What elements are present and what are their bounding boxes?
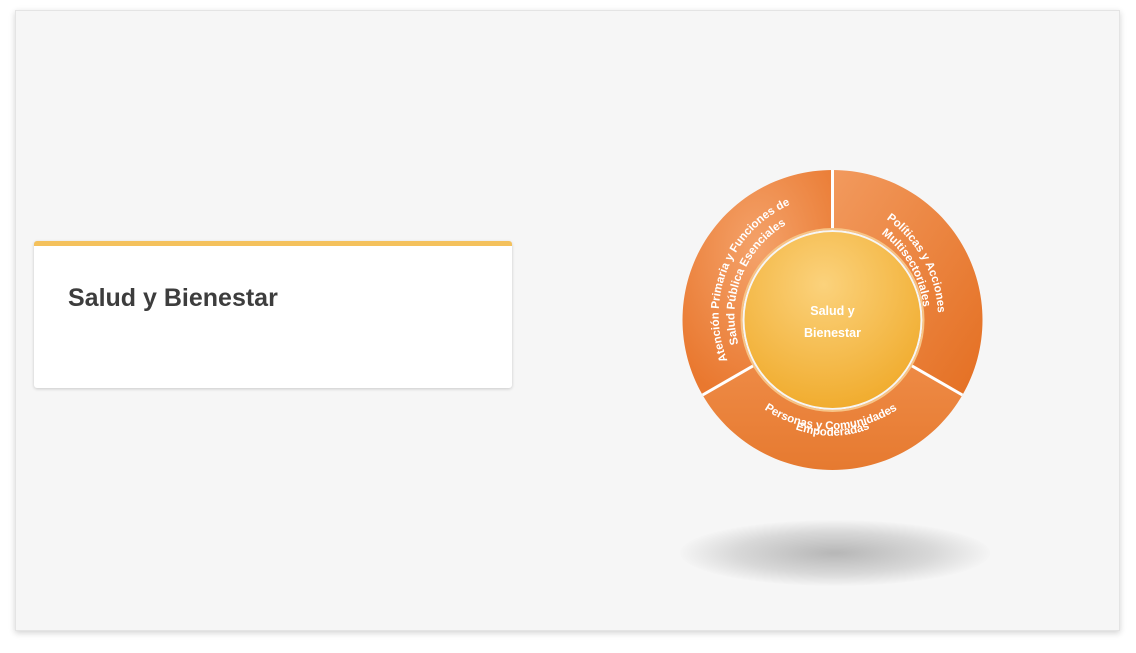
wheel-shadow (680, 520, 990, 586)
content-card[interactable]: Salud y Bienestar (34, 241, 512, 388)
wheel-center-label-line1: Salud y (810, 304, 855, 318)
card-title: Salud y Bienestar (68, 284, 278, 312)
wheel-center-label-line2: Bienestar (804, 326, 861, 340)
health-wheel-diagram: Salud y Bienestar Atención Primaria y Fu… (665, 160, 1000, 490)
wheel-center-circle[interactable] (744, 232, 921, 408)
